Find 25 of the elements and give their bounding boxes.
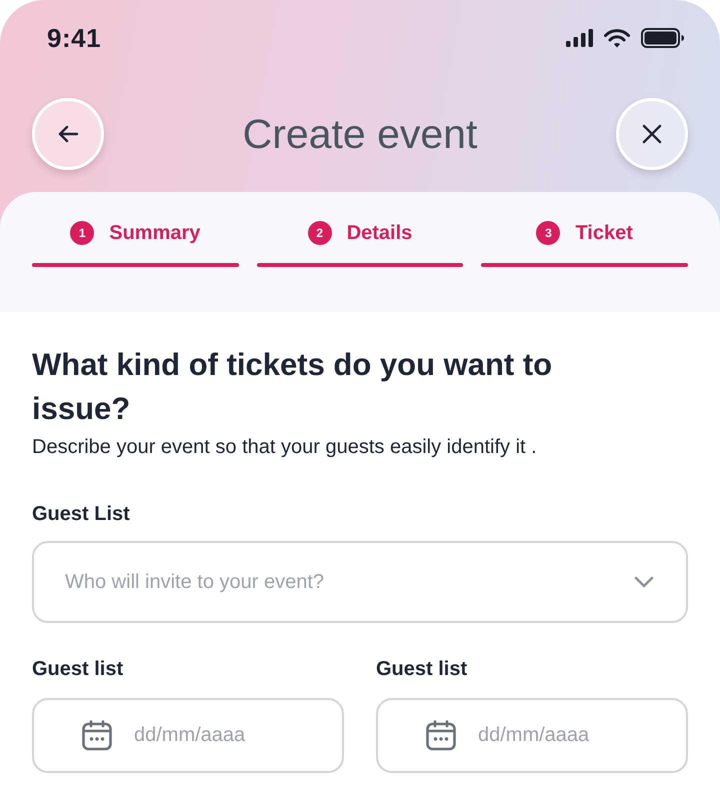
close-button[interactable] — [616, 98, 688, 170]
step-number: 2 — [308, 221, 332, 245]
field-label: Guest list — [32, 657, 124, 681]
calendar-icon — [82, 720, 112, 750]
question-description: Describe your event so that your guests easily identify it . — [32, 435, 538, 460]
field-label: Guest List — [32, 502, 131, 526]
wifi-icon — [604, 28, 630, 48]
date-field[interactable]: dd/mm/aaaa — [32, 698, 344, 773]
calendar-icon — [426, 720, 456, 750]
guest-list-select[interactable]: Who will invite to your event? — [32, 541, 688, 623]
back-arrow-icon — [58, 124, 78, 144]
field-label: Guest list — [376, 657, 468, 681]
status-time: 9:41 — [47, 23, 102, 53]
step-number: 3 — [536, 221, 560, 245]
step-tab[interactable]: 3 Ticket — [536, 220, 633, 246]
battery-icon — [641, 28, 684, 48]
step-tab[interactable]: 1 Summary — [70, 220, 200, 246]
signal-icon — [566, 29, 593, 47]
page-title: Create event — [242, 110, 478, 158]
question-heading: What kind of tickets do you want to issue? — [32, 346, 554, 428]
date-field[interactable]: dd/mm/aaaa — [376, 698, 688, 773]
step-number: 1 — [70, 221, 94, 245]
chevron-down-icon — [634, 576, 654, 588]
close-icon — [642, 124, 662, 144]
step-tab[interactable]: 2 Details — [308, 220, 412, 246]
